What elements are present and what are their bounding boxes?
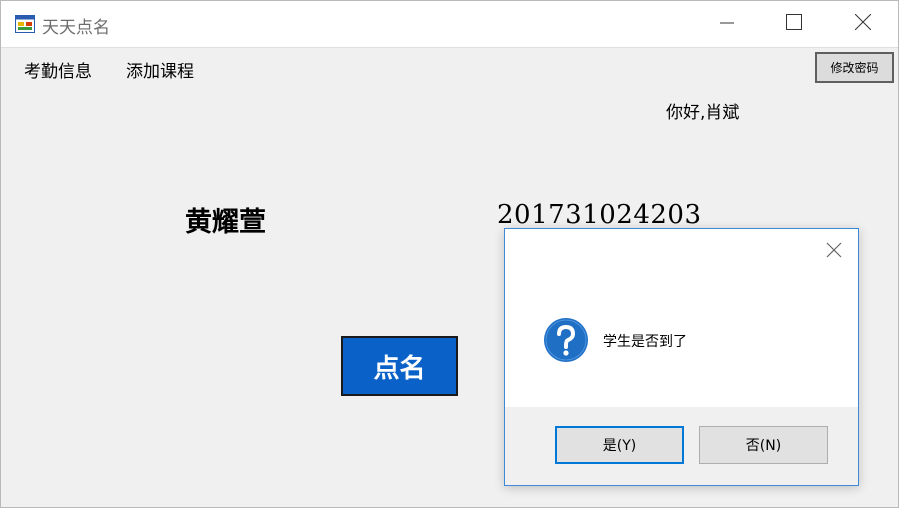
close-button[interactable] xyxy=(833,1,893,47)
question-icon xyxy=(543,317,589,363)
close-icon xyxy=(854,13,872,34)
student-name-label: 黄耀萱 xyxy=(185,207,266,238)
close-icon xyxy=(826,242,842,262)
rollcall-button[interactable]: 点名 xyxy=(341,336,458,396)
yes-button[interactable]: 是(Y) xyxy=(555,426,684,464)
greeting-label: 你好,肖斌 xyxy=(666,103,740,123)
dialog-footer: 是(Y) 否(N) xyxy=(505,407,858,485)
student-id-label: 201731024203 xyxy=(497,200,702,230)
menu-item-attendance[interactable]: 考勤信息 xyxy=(24,57,92,82)
menu-item-add-course[interactable]: 添加课程 xyxy=(126,57,194,82)
maximize-icon xyxy=(786,14,802,34)
maximize-button[interactable] xyxy=(764,1,824,47)
title-bar[interactable]: 天天点名 xyxy=(1,1,898,48)
no-button[interactable]: 否(N) xyxy=(699,426,828,464)
dialog-close-button[interactable] xyxy=(822,240,846,264)
minimize-icon xyxy=(720,15,734,34)
window-title: 天天点名 xyxy=(42,18,110,38)
dialog-message: 学生是否到了 xyxy=(603,334,687,350)
minimize-button[interactable] xyxy=(697,1,757,47)
app-form-icon xyxy=(15,15,35,33)
confirm-dialog: 学生是否到了 是(Y) 否(N) xyxy=(504,228,859,486)
change-password-button[interactable]: 修改密码 xyxy=(815,52,894,83)
menu-bar: 考勤信息 添加课程 xyxy=(1,48,898,85)
